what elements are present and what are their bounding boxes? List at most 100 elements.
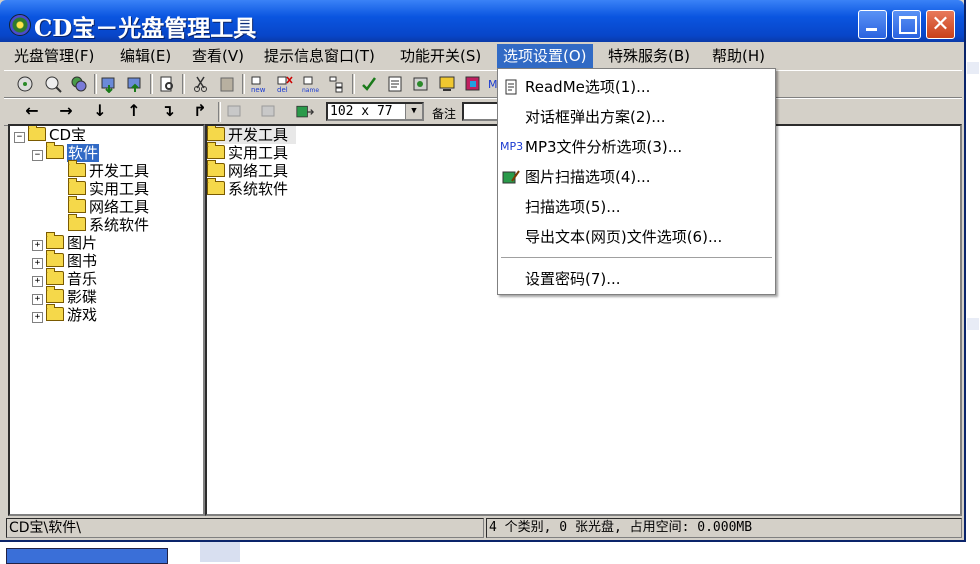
menu-disc-management[interactable]: 光盘管理(F) (8, 44, 100, 68)
folder-icon (207, 160, 225, 177)
image-resize-icon[interactable] (296, 103, 314, 121)
folder-icon (207, 126, 225, 141)
menu-help[interactable]: 帮助(H) (706, 44, 771, 68)
svg-text:name: name (302, 87, 319, 93)
folder-icon (68, 196, 86, 213)
down-arrow-icon[interactable]: ↓ (90, 101, 110, 121)
toolbar-separator (242, 74, 245, 94)
status-summary: 4 个类别, 0 张光盘, 占用空间: 0.000MB (486, 518, 962, 538)
toolbar-separator (150, 74, 153, 94)
collapse-icon[interactable]: − (32, 150, 43, 161)
main-toolbar: new del name M (4, 70, 962, 98)
tree-node-network-tools[interactable]: 网络工具 (68, 196, 149, 216)
menu-item-picture-scan-options[interactable]: 图片扫描选项(4)... (498, 165, 775, 189)
menu-feature-switch[interactable]: 功能开关(S) (394, 44, 487, 68)
disc-copy-icon[interactable] (70, 75, 88, 93)
menu-item-scan-options[interactable]: 扫描选项(5)... (498, 195, 775, 219)
menu-item-dialog-scheme[interactable]: 对话框弹出方案(2)... (498, 105, 775, 129)
turn-down-arrow-icon[interactable]: ↴ (158, 101, 178, 121)
cut-icon[interactable] (192, 75, 210, 93)
new-category-icon[interactable]: new (250, 75, 268, 93)
menu-bar: 光盘管理(F) 编辑(E) 查看(V) 提示信息窗口(T) 功能开关(S) 选项… (4, 44, 962, 68)
folder-icon (46, 232, 64, 249)
expand-icon[interactable]: + (32, 294, 43, 305)
tree-node-utilities[interactable]: 实用工具 (68, 178, 149, 198)
folder-icon (28, 126, 46, 141)
toolbar-separator (182, 74, 185, 94)
expand-icon[interactable]: + (32, 258, 43, 269)
folder-icon (207, 178, 225, 195)
taskbar-thumbnail[interactable] (200, 542, 240, 562)
menu-item-set-password[interactable]: 设置密码(7)... (498, 267, 775, 291)
menu-view[interactable]: 查看(V) (186, 44, 250, 68)
media-icon[interactable] (464, 75, 482, 93)
memo-input[interactable] (462, 102, 502, 121)
close-button[interactable]: ✕ (926, 10, 955, 39)
tree-node-games[interactable]: 游戏 (46, 304, 97, 324)
menu-item-readme-options[interactable]: ReadMe选项(1)... (498, 75, 775, 99)
import-icon[interactable] (100, 75, 118, 93)
expand-icon[interactable]: + (32, 312, 43, 323)
image-size-value: 102 x 77 (330, 104, 393, 119)
maximize-icon (899, 16, 917, 34)
readme-icon (505, 79, 517, 95)
list-item[interactable]: 实用工具 (207, 142, 288, 162)
folder-icon (68, 178, 86, 195)
list-item[interactable]: 开发工具 (207, 126, 297, 144)
list-item[interactable]: 网络工具 (207, 160, 288, 180)
rename-icon[interactable]: name (302, 75, 320, 93)
image-delete-disabled-icon (261, 105, 275, 117)
options-dropdown-menu: ReadMe选项(1)... 对话框弹出方案(2)... MP3 MP3文件分析… (497, 68, 776, 295)
check-icon[interactable] (360, 75, 378, 93)
right-arrow-icon[interactable]: → (56, 101, 76, 121)
window-title: CD宝－光盘管理工具 (34, 15, 257, 42)
list-item[interactable]: 系统软件 (207, 178, 288, 198)
menu-item-export-options[interactable]: 导出文本(网页)文件选项(6)... (498, 225, 775, 249)
tree-node-root[interactable]: CD宝 (28, 126, 86, 144)
title-bar[interactable]: CD宝－光盘管理工具 ✕ (0, 0, 964, 42)
expand-icon[interactable]: + (32, 240, 43, 251)
folder-open-icon (46, 142, 64, 159)
collapse-icon[interactable]: − (14, 132, 25, 143)
folder-icon (46, 268, 64, 285)
notes-icon[interactable] (386, 75, 404, 93)
chevron-down-icon[interactable]: ▼ (405, 104, 422, 119)
expand-icon[interactable]: + (32, 276, 43, 287)
tree-node-system-software[interactable]: 系统软件 (68, 214, 149, 234)
picture-scan-icon (502, 170, 520, 184)
folder-icon (68, 160, 86, 177)
find-icon[interactable] (158, 75, 176, 93)
up-arrow-icon[interactable]: ↑ (124, 101, 144, 121)
display-icon[interactable] (438, 75, 456, 93)
minimize-button[interactable] (858, 10, 887, 39)
menu-special-services[interactable]: 特殊服务(B) (602, 44, 696, 68)
cd-app-icon (9, 14, 31, 36)
disc-add-icon[interactable] (16, 75, 34, 93)
toolbar-separator (218, 102, 221, 122)
minimize-icon (866, 28, 877, 31)
menu-edit[interactable]: 编辑(E) (114, 44, 177, 68)
tree-node-dev-tools[interactable]: 开发工具 (68, 160, 149, 180)
save-disc-icon[interactable] (412, 75, 430, 93)
delete-category-icon[interactable]: del (276, 75, 294, 93)
status-path: CD宝\软件\ (6, 518, 484, 538)
folder-icon (68, 214, 86, 231)
close-icon: ✕ (931, 12, 950, 37)
category-tree[interactable]: − CD宝 − 软件 开发工具 实用工具 网络工具 系统软件 + 图片 + 图书… (8, 124, 205, 516)
tree-view-icon[interactable] (328, 75, 346, 93)
menu-hint-window[interactable]: 提示信息窗口(T) (258, 44, 381, 68)
svg-text:new: new (251, 86, 266, 93)
app-window: CD宝－光盘管理工具 ✕ 光盘管理(F) 编辑(E) 查看(V) 提示信息窗口(… (0, 0, 966, 542)
export-icon[interactable] (126, 75, 144, 93)
left-arrow-icon[interactable]: ← (22, 101, 42, 121)
paste-icon[interactable] (218, 75, 236, 93)
folder-icon (46, 304, 64, 321)
folder-icon (207, 142, 225, 159)
disc-search-icon[interactable] (44, 75, 62, 93)
desktop-right-strip (966, 50, 980, 540)
image-size-select[interactable]: 102 x 77 ▼ (326, 102, 424, 121)
maximize-button[interactable] (892, 10, 921, 39)
menu-options[interactable]: 选项设置(O) (497, 44, 593, 68)
turn-up-arrow-icon[interactable]: ↱ (190, 101, 210, 121)
menu-item-mp3-options[interactable]: MP3 MP3文件分析选项(3)... (498, 135, 775, 159)
